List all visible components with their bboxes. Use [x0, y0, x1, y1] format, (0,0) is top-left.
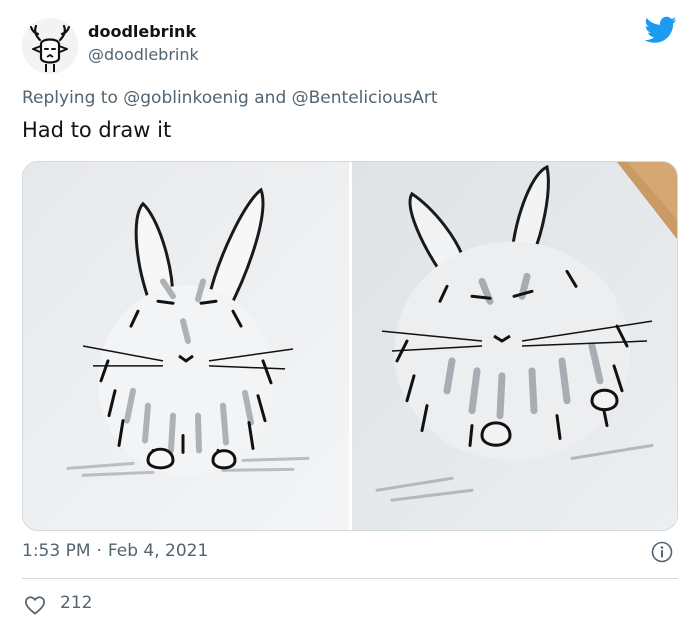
reply-context: Replying to @goblinkoenig and @Bentelici… — [22, 88, 438, 108]
bunny-drawing-photo-angled-icon — [352, 162, 677, 530]
timestamp-separator: · — [96, 541, 102, 561]
media-photo-1[interactable] — [23, 162, 349, 530]
like-count[interactable]: 212 — [60, 593, 92, 613]
mention-link[interactable]: @BenteliciousArt — [292, 88, 438, 108]
tweet-card: doodlebrink @doodlebrink Replying to @go… — [0, 0, 700, 633]
mention-link[interactable]: @goblinkoenig — [123, 88, 249, 108]
author-display-name[interactable]: doodlebrink — [88, 22, 196, 41]
heart-icon[interactable] — [24, 595, 46, 615]
tweet-timestamp[interactable]: 1:53 PM · Feb 4, 2021 — [22, 541, 208, 561]
media-grid — [22, 161, 678, 531]
tweet-date: Feb 4, 2021 — [107, 541, 209, 561]
bunny-drawing-photo-icon — [23, 162, 349, 530]
twitter-bird-icon[interactable] — [645, 16, 677, 44]
stag-doodle-avatar-icon — [22, 18, 78, 74]
reply-conjunction: and — [254, 88, 287, 108]
author-avatar[interactable] — [22, 18, 78, 74]
author-handle[interactable]: @doodlebrink — [88, 45, 199, 64]
tweet-text: Had to draw it — [22, 118, 172, 142]
tweet-time: 1:53 PM — [22, 541, 91, 561]
divider — [22, 578, 678, 579]
media-photo-2[interactable] — [352, 162, 677, 530]
reply-prefix: Replying to — [22, 88, 118, 108]
info-icon[interactable] — [651, 541, 673, 563]
